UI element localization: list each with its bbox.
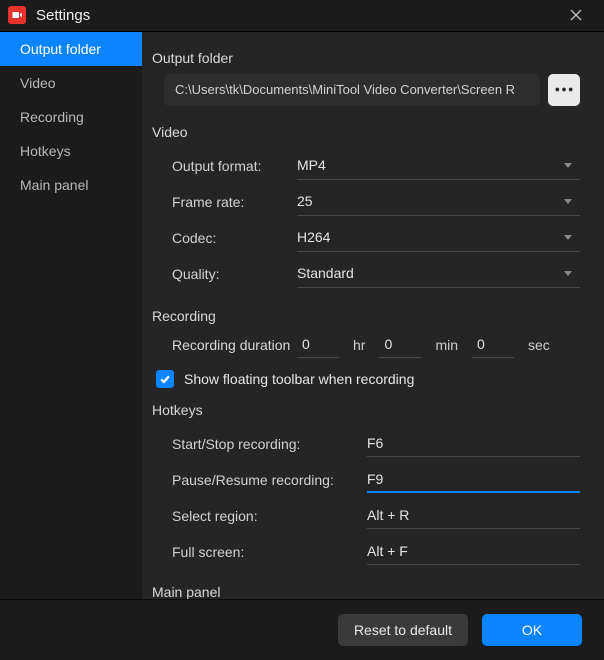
sidebar-item-label: Main panel [20,177,89,193]
sidebar-item-main-panel[interactable]: Main panel [0,168,142,202]
codec-value: H264 [297,229,330,245]
duration-hr-input[interactable] [297,332,339,358]
quality-label: Quality: [172,266,297,282]
hotkey-selectregion-label: Select region: [172,508,367,524]
hotkey-startstop-label: Start/Stop recording: [172,436,367,452]
app-icon [8,6,26,24]
section-recording: Recording [152,308,580,324]
codec-label: Codec: [172,230,297,246]
window-title: Settings [36,7,90,24]
section-main-panel: Main panel [152,584,580,599]
chevron-down-icon [564,199,572,204]
sidebar-item-label: Video [20,75,56,91]
codec-select[interactable]: H264 [297,224,580,252]
duration-sec-input[interactable] [472,332,514,358]
sidebar-item-hotkeys[interactable]: Hotkeys [0,134,142,168]
sidebar-item-label: Output folder [20,41,101,57]
section-hotkeys: Hotkeys [152,402,580,418]
hr-unit: hr [353,337,365,353]
output-format-label: Output format: [172,158,297,174]
chevron-down-icon [564,235,572,240]
hotkey-pauseresume-label: Pause/Resume recording: [172,472,367,488]
duration-min-input[interactable] [379,332,421,358]
reset-to-default-button[interactable]: Reset to default [338,614,468,646]
check-icon [159,373,171,385]
section-output-folder: Output folder [152,50,580,66]
floating-toolbar-label: Show floating toolbar when recording [184,371,414,387]
output-format-value: MP4 [297,157,326,173]
ok-button[interactable]: OK [482,614,582,646]
sidebar-item-label: Recording [20,109,84,125]
min-unit: min [435,337,458,353]
hotkey-fullscreen-label: Full screen: [172,544,367,560]
ellipsis-icon [554,86,574,93]
quality-value: Standard [297,265,354,281]
frame-rate-label: Frame rate: [172,194,297,210]
sec-unit: sec [528,337,550,353]
settings-sidebar: Output folder Video Recording Hotkeys Ma… [0,32,142,599]
chevron-down-icon [564,271,572,276]
titlebar: Settings [0,0,604,32]
hotkey-selectregion-value[interactable]: Alt + R [367,503,580,529]
frame-rate-select[interactable]: 25 [297,188,580,216]
output-format-select[interactable]: MP4 [297,152,580,180]
sidebar-item-label: Hotkeys [20,143,71,159]
close-button[interactable] [554,1,598,29]
output-folder-field[interactable]: C:\Users\tk\Documents\MiniTool Video Con… [164,74,540,106]
floating-toolbar-checkbox[interactable] [156,370,174,388]
hotkey-fullscreen-value[interactable]: Alt + F [367,539,580,565]
hotkey-pauseresume-value[interactable]: F9 [367,467,580,493]
browse-button[interactable] [548,74,580,106]
sidebar-item-recording[interactable]: Recording [0,100,142,134]
recording-duration-label: Recording duration [172,337,297,353]
frame-rate-value: 25 [297,193,313,209]
quality-select[interactable]: Standard [297,260,580,288]
footer: Reset to default OK [0,599,604,660]
chevron-down-icon [564,163,572,168]
sidebar-item-output-folder[interactable]: Output folder [0,32,142,66]
sidebar-item-video[interactable]: Video [0,66,142,100]
hotkey-startstop-value[interactable]: F6 [367,431,580,457]
section-video: Video [152,124,580,140]
close-icon [570,9,582,21]
settings-main: Output folder C:\Users\tk\Documents\Mini… [142,32,604,599]
output-folder-path: C:\Users\tk\Documents\MiniTool Video Con… [175,82,515,97]
